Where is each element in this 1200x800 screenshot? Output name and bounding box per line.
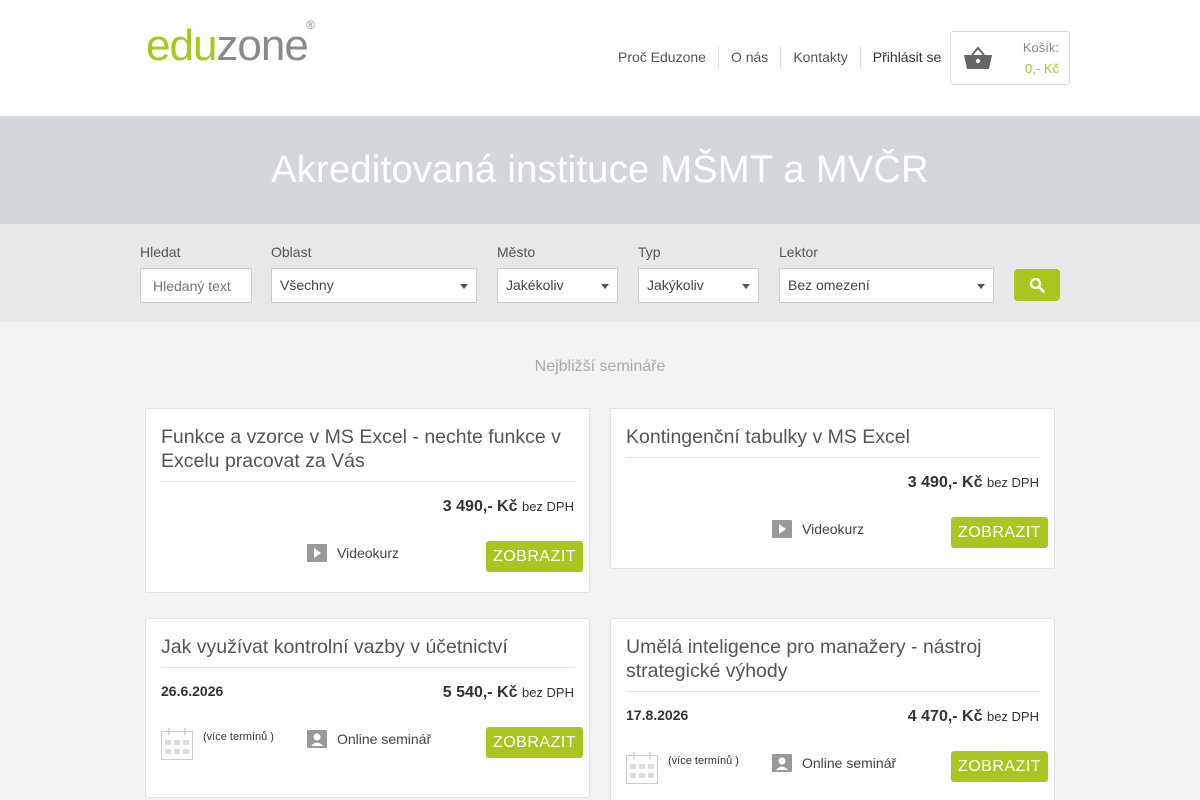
seminar-type: Online seminář <box>307 730 431 748</box>
logo-text-zone: zone <box>216 21 308 70</box>
chevron-down-icon <box>977 284 985 289</box>
seminar-card: Kontingenční tabulky v MS Excel 3 490,- … <box>610 408 1055 569</box>
zobrazit-button[interactable]: ZOBRAZIT <box>486 541 583 572</box>
nav-o-nas[interactable]: O nás <box>717 46 780 68</box>
typ-value: Jakýkoliv <box>647 277 704 293</box>
oblast-value: Všechny <box>280 277 334 293</box>
search-input[interactable] <box>140 268 252 303</box>
basket-icon <box>964 46 992 69</box>
field-oblast: Oblast Všechny <box>271 244 477 303</box>
seminar-price: 4 470,- Kč bez DPH <box>908 708 1039 726</box>
oblast-label: Oblast <box>271 244 312 260</box>
seminar-type: Videokurz <box>772 520 864 538</box>
field-typ: Typ Jakýkoliv <box>638 244 759 303</box>
online-seminar-icon <box>307 730 327 748</box>
video-play-icon <box>307 544 327 562</box>
lektor-select[interactable]: Bez omezení <box>779 268 994 303</box>
nav-login[interactable]: Přihlásit se <box>859 46 953 68</box>
mesto-label: Město <box>497 244 536 260</box>
zobrazit-button[interactable]: ZOBRAZIT <box>486 727 583 758</box>
seminar-type: Online seminář <box>772 754 896 772</box>
divider <box>161 667 575 668</box>
field-lektor: Lektor Bez omezení <box>779 244 994 303</box>
calendar-icon <box>626 752 658 784</box>
typ-select[interactable]: Jakýkoliv <box>638 268 759 303</box>
lektor-label: Lektor <box>779 244 818 260</box>
search-filter-bar: Hledat Oblast Všechny Město Jakékoliv Ty… <box>0 224 1200 322</box>
field-mesto: Město Jakékoliv <box>497 244 618 303</box>
seminar-price: 3 490,- Kč bez DPH <box>443 498 574 516</box>
hero-banner: Akreditovaná instituce MŠMT a MVČR <box>0 116 1200 224</box>
seminar-title[interactable]: Funkce a vzorce v MS Excel - nechte funk… <box>161 425 575 473</box>
seminar-card: Umělá inteligence pro manažery - nástroj… <box>610 618 1055 800</box>
seminar-type: Videokurz <box>307 544 399 562</box>
search-icon <box>1029 277 1045 293</box>
seminar-card: Funkce a vzorce v MS Excel - nechte funk… <box>145 408 590 593</box>
price-value: 3 490,- Kč <box>442 498 518 515</box>
typ-label: Typ <box>638 244 661 260</box>
online-seminar-icon <box>772 754 792 772</box>
zobrazit-button[interactable]: ZOBRAZIT <box>951 517 1048 548</box>
search-button[interactable] <box>1014 269 1060 301</box>
price-vat: bez DPH <box>521 685 574 700</box>
price-value: 4 470,- Kč <box>907 708 983 725</box>
seminar-title[interactable]: Jak využívat kontrolní vazby v účetnictv… <box>161 635 575 659</box>
hledat-label: Hledat <box>140 244 181 260</box>
site-header: eduzone ® Proč Eduzone O nás Kontakty Př… <box>0 0 1200 116</box>
cart-button[interactable]: Košík: 0,- Kč <box>950 31 1070 85</box>
more-dates-link[interactable]: (více termínů ) <box>668 755 739 767</box>
main-nav: Proč Eduzone O nás Kontakty Přihlásit se <box>606 46 953 68</box>
field-hledat: Hledat <box>140 244 252 303</box>
seminar-title[interactable]: Kontingenční tabulky v MS Excel <box>626 425 1040 449</box>
seminar-date: 17.8.2026 <box>626 707 689 723</box>
seminar-type-label: Videokurz <box>802 521 865 537</box>
zobrazit-button[interactable]: ZOBRAZIT <box>951 751 1048 782</box>
nav-proc-eduzone[interactable]: Proč Eduzone <box>606 46 718 68</box>
seminar-price: 5 540,- Kč bez DPH <box>443 684 574 702</box>
seminar-card: Jak využívat kontrolní vazby v účetnictv… <box>145 618 590 798</box>
registered-mark: ® <box>306 18 315 32</box>
price-vat: bez DPH <box>521 499 574 514</box>
chevron-down-icon <box>601 284 609 289</box>
chevron-down-icon <box>742 284 750 289</box>
divider <box>626 691 1040 692</box>
banner-title: Akreditovaná instituce MŠMT a MVČR <box>271 149 929 191</box>
logo-text-edu: edu <box>146 21 217 70</box>
divider <box>626 457 1040 458</box>
divider <box>161 481 575 482</box>
seminar-type-label: Videokurz <box>337 545 400 561</box>
lektor-value: Bez omezení <box>788 277 870 293</box>
mesto-value: Jakékoliv <box>506 277 564 293</box>
video-play-icon <box>772 520 792 538</box>
eduzone-logo[interactable]: eduzone ® <box>146 18 315 74</box>
chevron-down-icon <box>460 284 468 289</box>
cart-total: 0,- Kč <box>1025 61 1059 76</box>
seminar-price: 3 490,- Kč bez DPH <box>908 474 1039 492</box>
price-value: 3 490,- Kč <box>907 474 983 491</box>
calendar-icon <box>161 728 193 760</box>
price-value: 5 540,- Kč <box>442 684 518 701</box>
seminar-type-label: Online seminář <box>337 731 432 747</box>
seminar-date: 26.6.2026 <box>161 683 224 699</box>
seminar-type-label: Online seminář <box>802 755 897 771</box>
price-vat: bez DPH <box>986 475 1039 490</box>
nav-kontakty[interactable]: Kontakty <box>780 46 859 68</box>
mesto-select[interactable]: Jakékoliv <box>497 268 618 303</box>
cart-label: Košík: <box>1022 40 1059 55</box>
oblast-select[interactable]: Všechny <box>271 268 477 303</box>
seminar-title[interactable]: Umělá inteligence pro manažery - nástroj… <box>626 635 1040 683</box>
more-dates-link[interactable]: (více termínů ) <box>203 731 274 743</box>
price-vat: bez DPH <box>986 709 1039 724</box>
section-title: Nejbližší semináře <box>534 358 666 375</box>
